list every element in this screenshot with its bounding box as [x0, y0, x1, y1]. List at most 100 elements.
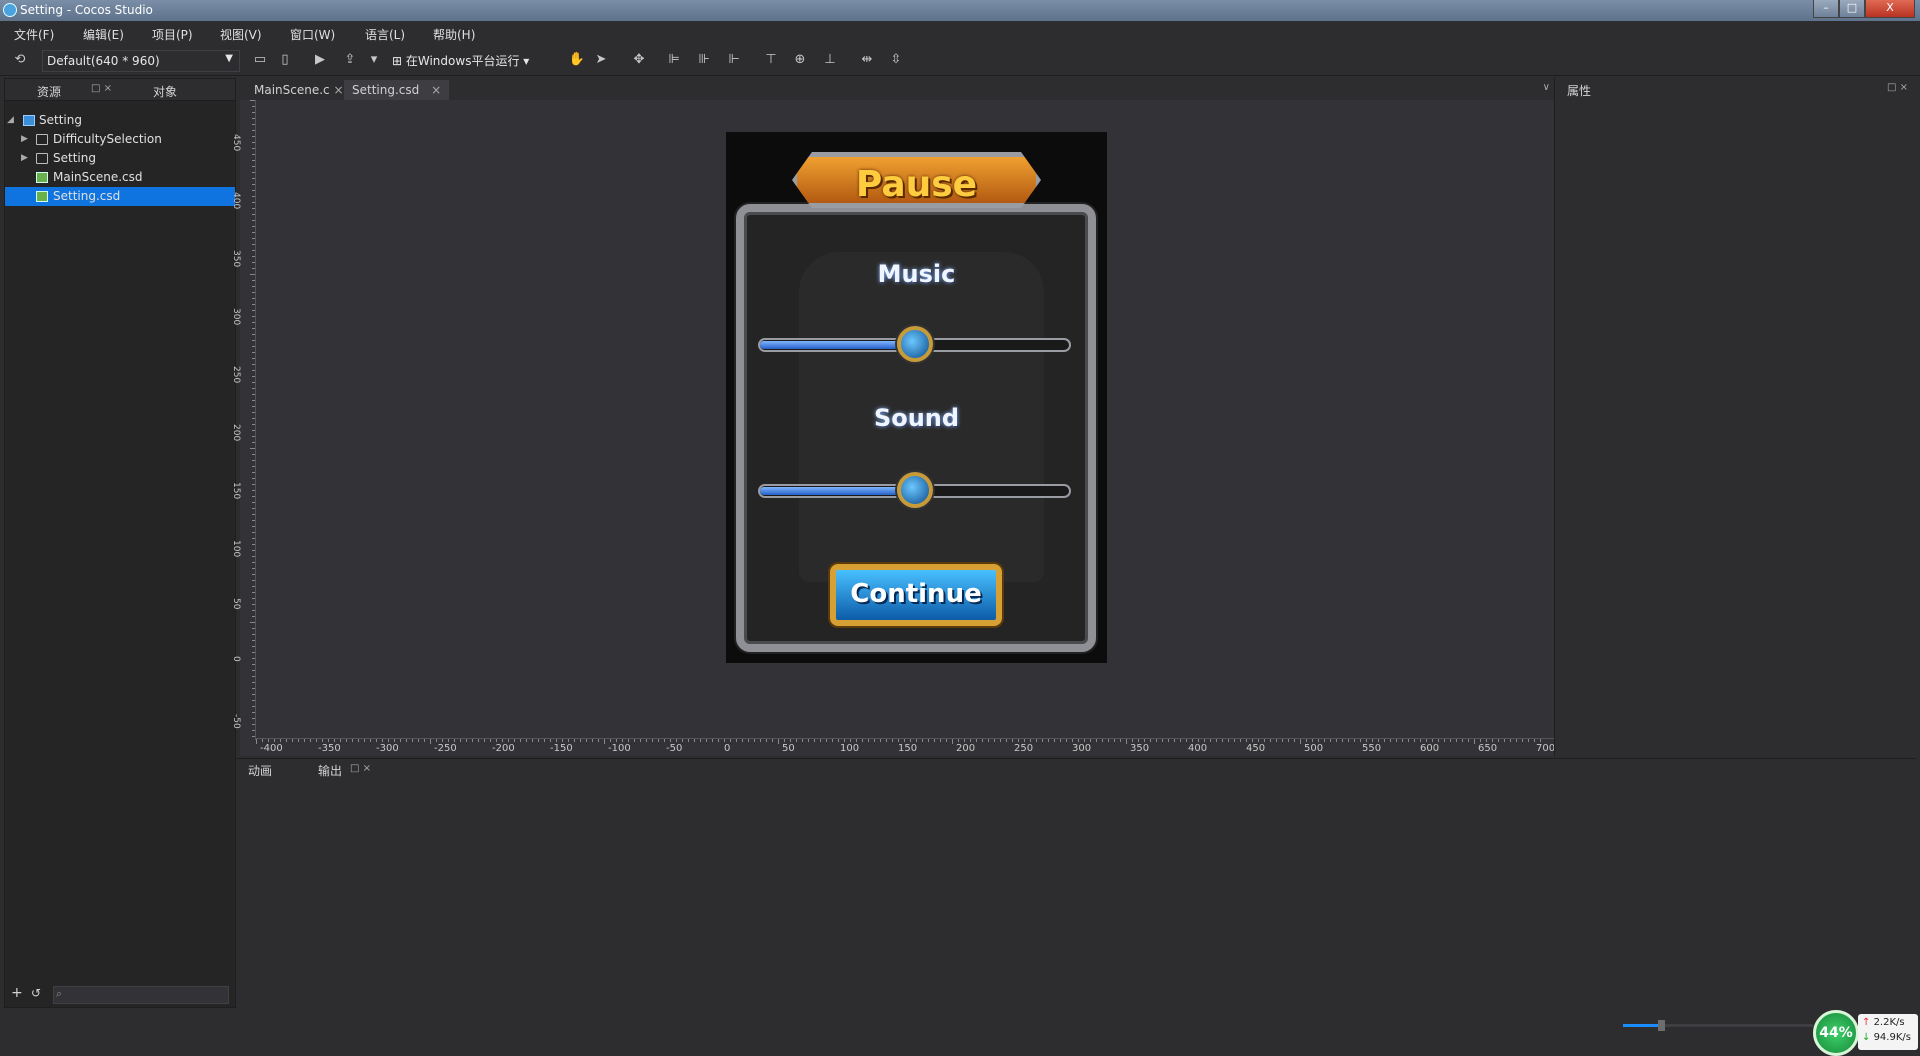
menu-file[interactable]: 文件(F) — [14, 26, 54, 43]
align-top-icon[interactable]: ⊤ — [762, 51, 780, 69]
game-scene-preview[interactable]: Pause Music Sound Continue — [726, 132, 1107, 663]
tab-mainscene[interactable]: MainScene.c × — [246, 80, 352, 100]
ruler-tick — [1444, 739, 1445, 742]
resource-search-input[interactable]: ⌕ — [53, 986, 229, 1004]
distribute-v-icon[interactable]: ⇳ — [887, 51, 905, 69]
ruler-tick — [252, 388, 255, 389]
menu-window[interactable]: 窗口(W) — [290, 26, 335, 43]
ruler-tick — [1282, 739, 1283, 742]
ruler-tick — [1198, 739, 1199, 742]
ruler-tick — [252, 214, 255, 215]
collapse-arrow-icon[interactable]: ▶ — [21, 149, 28, 168]
ruler-tick — [832, 739, 833, 742]
cpu-usage-badge[interactable]: 44% — [1813, 1010, 1859, 1056]
publish-dropdown-icon[interactable]: ▾ — [365, 51, 383, 69]
portrait-icon[interactable]: ▯ — [276, 51, 294, 69]
close-icon[interactable]: × — [431, 83, 441, 97]
ruler-tick — [1234, 739, 1235, 742]
zoom-slider[interactable] — [1623, 1020, 1813, 1031]
rotate-device-icon[interactable]: ⟲ — [11, 51, 29, 69]
ruler-tick — [1450, 739, 1451, 742]
tree-label: Setting.csd — [53, 189, 121, 203]
ruler-tick — [1516, 739, 1517, 742]
chevron-down-icon[interactable]: ∨ — [1543, 82, 1550, 93]
close-button[interactable]: X — [1865, 0, 1915, 18]
pin-close-icon[interactable]: □ × — [350, 763, 371, 774]
tree-item-setting-folder[interactable]: ▶ Setting — [5, 149, 235, 168]
move-icon[interactable]: ✥ — [630, 51, 648, 69]
hruler-label: 550 — [1362, 743, 1382, 754]
ruler-tick — [826, 739, 827, 742]
menu-help[interactable]: 帮助(H) — [433, 26, 475, 43]
ruler-tick — [604, 739, 605, 744]
ruler-tick — [1144, 739, 1145, 742]
menu-language[interactable]: 语言(L) — [365, 26, 405, 43]
ruler-tick — [796, 739, 797, 742]
refresh-icon[interactable]: ↺ — [31, 986, 41, 1000]
music-slider[interactable] — [758, 326, 1071, 362]
collapse-arrow-icon[interactable]: ▶ — [21, 130, 28, 149]
menu-edit[interactable]: 编辑(E) — [83, 26, 124, 43]
ruler-tick — [622, 739, 623, 742]
distribute-h-icon[interactable]: ⇹ — [858, 51, 876, 69]
align-right-icon[interactable]: ⊩ — [725, 51, 743, 69]
ruler-tick — [252, 562, 255, 563]
ruler-tick — [544, 739, 545, 742]
select-tool-icon[interactable]: ➤ — [592, 51, 610, 69]
music-slider-knob[interactable] — [896, 326, 933, 362]
tree-item-difficulty-selection[interactable]: ▶ DifficultySelection — [5, 130, 235, 149]
ruler-tick — [250, 100, 255, 101]
tree-item-mainscene-csd[interactable]: MainScene.csd — [5, 168, 235, 187]
ruler-tick — [976, 739, 977, 742]
expand-arrow-icon[interactable]: ◢ — [7, 111, 14, 130]
ruler-tick — [418, 739, 419, 742]
ruler-tick — [252, 412, 255, 413]
pin-close-icon[interactable]: □ × — [1887, 82, 1908, 93]
tab-objects[interactable]: 对象 — [153, 83, 177, 100]
ruler-tick — [1150, 739, 1151, 742]
ruler-tick — [252, 592, 255, 593]
tab-animation[interactable]: 动画 — [248, 762, 272, 779]
project-icon — [23, 115, 35, 126]
resolution-select[interactable]: Default(640 * 960) ▼ — [42, 50, 240, 72]
ruler-tick — [1228, 739, 1229, 742]
align-center-icon[interactable]: ⊪ — [695, 51, 713, 69]
music-slider-fill — [760, 341, 915, 349]
ruler-tick — [484, 739, 485, 742]
tree-item-setting-project[interactable]: ◢ Setting — [5, 111, 235, 130]
align-left-icon[interactable]: ⊫ — [665, 51, 683, 69]
tab-setting-csd[interactable]: Setting.csd × — [344, 80, 450, 100]
close-icon[interactable]: × — [333, 83, 343, 97]
sound-slider[interactable] — [758, 472, 1071, 508]
run-on-windows-button[interactable]: ⊞ 在Windows平台运行 ▾ — [392, 51, 529, 71]
tab-resources[interactable]: 资源 — [37, 83, 61, 100]
align-middle-icon[interactable]: ⊕ — [791, 51, 809, 69]
ruler-tick — [736, 739, 737, 742]
align-bottom-icon[interactable]: ⊥ — [821, 51, 839, 69]
hand-tool-icon[interactable]: ✋ — [568, 51, 586, 69]
landscape-icon[interactable]: ▭ — [251, 51, 269, 69]
folder-icon — [36, 134, 48, 145]
ruler-tick — [252, 316, 255, 317]
ruler-tick — [1096, 739, 1097, 742]
publish-icon[interactable]: ⇪ — [341, 51, 359, 69]
pin-icon[interactable]: □ × — [91, 83, 112, 94]
ruler-tick — [394, 739, 395, 742]
zoom-slider-knob[interactable] — [1658, 1020, 1665, 1031]
ruler-tick — [252, 280, 255, 281]
ruler-tick — [754, 739, 755, 742]
ruler-tick — [252, 226, 255, 227]
tab-output[interactable]: 输出 — [318, 762, 342, 779]
minimize-button[interactable]: – — [1813, 0, 1839, 18]
menu-view[interactable]: 视图(V) — [220, 26, 262, 43]
continue-button[interactable]: Continue — [830, 564, 1002, 626]
ruler-tick — [1432, 739, 1433, 742]
add-icon[interactable]: + — [11, 985, 23, 1001]
sound-slider-knob[interactable] — [896, 472, 933, 508]
vruler-label: 50 — [231, 598, 241, 610]
maximize-button[interactable]: □ — [1839, 0, 1865, 18]
tree-item-setting-csd[interactable]: Setting.csd — [5, 187, 235, 206]
scene-canvas[interactable]: 450 400 350 300 250 200 150 100 50 0 -50… — [231, 100, 1555, 756]
play-icon[interactable]: ▶ — [311, 51, 329, 69]
menu-project[interactable]: 项目(P) — [152, 26, 193, 43]
